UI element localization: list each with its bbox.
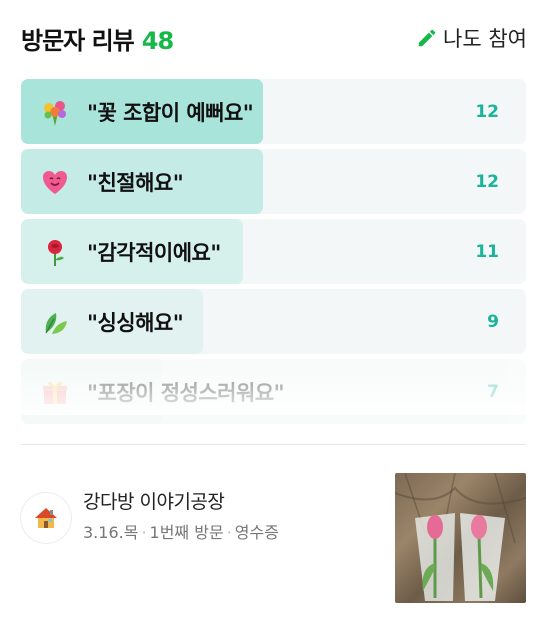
join-label: 나도 참여 — [443, 27, 527, 51]
review-keyword-count: 12 — [475, 101, 499, 122]
gift-icon — [39, 376, 71, 408]
review-keyword-count: 11 — [475, 241, 499, 262]
join-button[interactable]: 나도 참여 — [416, 23, 527, 53]
review-keyword-count: 7 — [487, 381, 499, 402]
review-keyword-row[interactable]: "포장이 정성스러워요" 7 — [21, 359, 526, 424]
review-photo[interactable] — [395, 473, 526, 603]
pencil-icon — [418, 29, 436, 47]
review-keyword-count: 12 — [475, 171, 499, 192]
review-keyword-count: 9 — [487, 311, 499, 332]
flower-bouquet-icon — [39, 96, 71, 128]
visit-count: 1번째 방문 — [149, 523, 224, 542]
section-title: 방문자 리뷰 48 — [21, 21, 174, 56]
reviews-header: 방문자 리뷰 48 나도 참여 — [21, 18, 527, 58]
house-icon — [35, 508, 57, 528]
review-item: 강다방 이야기공장 3.16.목 · 1번째 방문 · 영수증 — [21, 473, 526, 603]
review-keyword-list: "꽃 조합이 예뻐요" 12 "친절해요" 12 "감각적이에요" 11 "싱싱… — [21, 79, 526, 429]
review-keyword-label: "싱싱해요" — [87, 310, 184, 335]
review-count: 48 — [141, 26, 174, 55]
review-keyword-row[interactable]: "친절해요" 12 — [21, 149, 526, 214]
review-keyword-row[interactable]: "싱싱해요" 9 — [21, 289, 526, 354]
leaf-icon — [39, 306, 71, 338]
separator-dot: · — [226, 523, 232, 542]
heart-face-icon — [39, 166, 71, 198]
tulip-photo-image — [395, 473, 526, 601]
review-keyword-row[interactable]: "감각적이에요" 11 — [21, 219, 526, 284]
avatar[interactable] — [21, 493, 71, 543]
separator-dot: · — [141, 523, 147, 542]
review-keyword-label: "포장이 정성스러워요" — [87, 380, 285, 405]
review-keyword-label: "감각적이에요" — [87, 240, 221, 265]
review-keyword-label: "친절해요" — [87, 170, 184, 195]
reviewer-name[interactable]: 강다방 이야기공장 — [83, 487, 225, 514]
divider — [21, 444, 526, 445]
review-meta: 3.16.목 · 1번째 방문 · 영수증 — [83, 519, 279, 543]
review-keyword-label: "꽃 조합이 예뻐요" — [87, 100, 254, 125]
visit-date: 3.16.목 — [83, 523, 139, 542]
verification-type: 영수증 — [234, 523, 279, 542]
section-title-text: 방문자 리뷰 — [21, 26, 135, 55]
review-keyword-row[interactable]: "꽃 조합이 예뻐요" 12 — [21, 79, 526, 144]
rose-icon — [39, 236, 71, 268]
